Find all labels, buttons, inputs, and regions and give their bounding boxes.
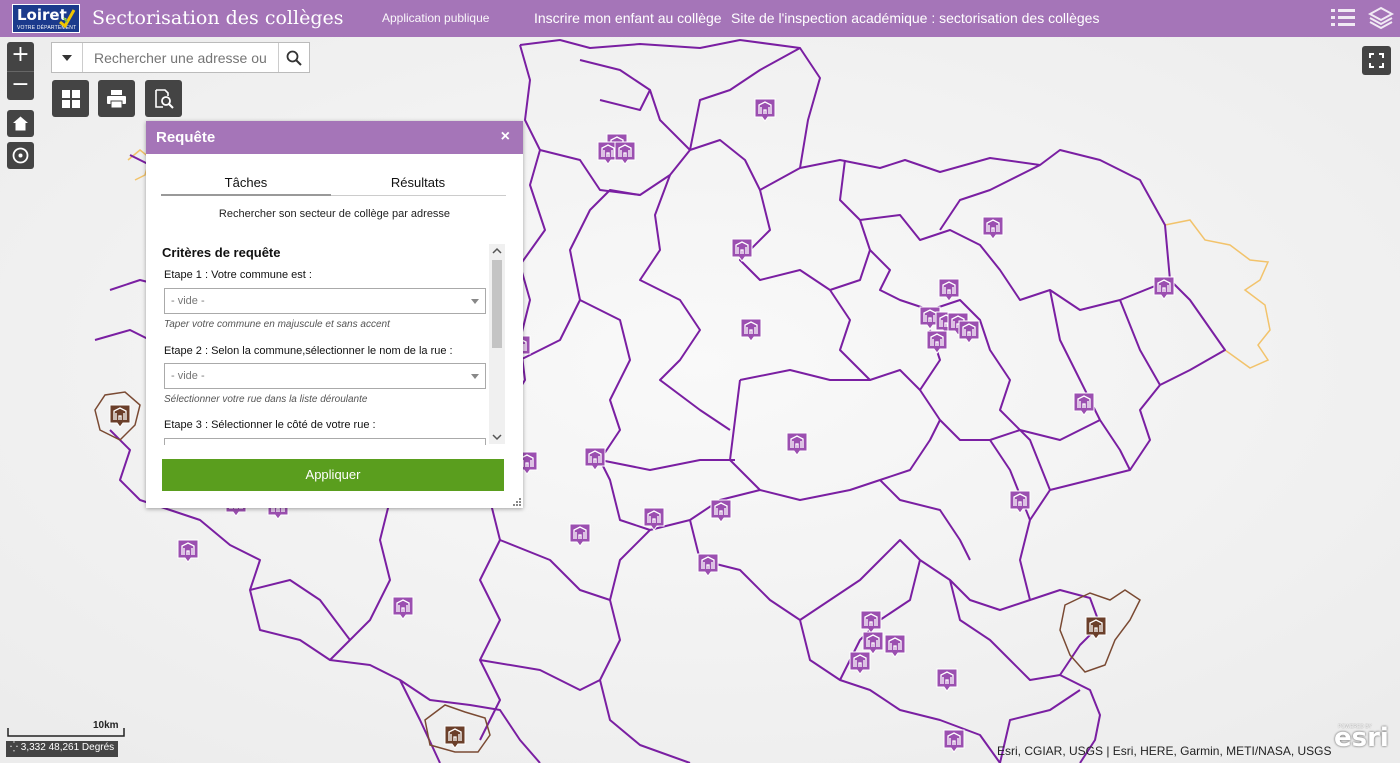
step1-commune-select[interactable]: - vide -: [164, 288, 486, 314]
panel-scrollbar[interactable]: [489, 244, 505, 444]
zoom-controls: + −: [7, 42, 34, 100]
zoom-out-button[interactable]: −: [7, 71, 34, 99]
search-source-dropdown[interactable]: [52, 43, 83, 72]
criteria-title: Critères de requête: [162, 245, 281, 260]
app-title: Sectorisation des collèges: [92, 7, 344, 29]
link-inspection-site[interactable]: Site de l'inspection académique : sector…: [731, 10, 1099, 26]
basemap-gallery-button[interactable]: [52, 80, 89, 117]
query-button[interactable]: [145, 80, 182, 117]
app-header: Loiret VOTRE DÉPARTEMENT Sectorisation d…: [0, 0, 1400, 37]
menu-list-icon[interactable]: [1330, 7, 1356, 29]
link-public-app[interactable]: Application publique: [382, 11, 489, 25]
step2-select-value: - vide -: [171, 370, 205, 382]
search-icon: [286, 50, 302, 66]
search-input[interactable]: [83, 43, 278, 72]
home-icon: [13, 116, 28, 131]
apply-button[interactable]: Appliquer: [162, 459, 504, 491]
close-icon[interactable]: ×: [501, 128, 510, 146]
step2-label: Etape 2 : Selon la commune,sélectionner …: [164, 345, 453, 357]
search-button[interactable]: [278, 43, 309, 72]
locate-icon: [12, 147, 29, 164]
panel-tabs: Tâches Résultats: [161, 175, 506, 196]
chevron-down-icon: [471, 299, 479, 304]
panel-title: Requête: [156, 129, 216, 146]
app: Loiret VOTRE DÉPARTEMENT Sectorisation d…: [0, 0, 1400, 763]
home-button[interactable]: [7, 110, 34, 137]
address-search: [51, 42, 310, 73]
esri-logo[interactable]: esri: [1334, 723, 1389, 753]
fullscreen-icon: [1369, 53, 1384, 68]
coordinates-value: 3,332 48,261 Degrés: [20, 742, 115, 753]
resize-handle-icon[interactable]: [513, 498, 521, 506]
step2-hint: Sélectionner votre rue dans la liste dér…: [164, 394, 368, 405]
tab-taches[interactable]: Tâches: [161, 175, 331, 196]
logo-leaf-icon: [59, 9, 76, 28]
caret-down-icon: [62, 54, 72, 61]
step1-select-value: - vide -: [171, 295, 205, 307]
panel-header: Requête: [146, 121, 523, 154]
step1-hint: Taper votre commune en majuscule et sans…: [164, 319, 390, 330]
print-icon: [107, 89, 126, 108]
zoom-in-button[interactable]: +: [7, 42, 34, 70]
loiret-logo[interactable]: Loiret VOTRE DÉPARTEMENT: [12, 4, 80, 33]
criteria-scroll-area: Critères de requête Etape 1 : Votre comm…: [161, 242, 506, 445]
scale-label: 10km: [93, 720, 119, 731]
chevron-down-icon: [471, 374, 479, 379]
scrollbar-thumb[interactable]: [492, 260, 502, 348]
step1-label: Etape 1 : Votre commune est :: [164, 269, 312, 281]
link-enroll-child[interactable]: Inscrire mon enfant au collège: [534, 10, 722, 26]
fullscreen-button[interactable]: [1362, 46, 1391, 75]
coordinates-icon: ⁛: [10, 742, 21, 753]
locate-button[interactable]: [7, 142, 34, 169]
step2-street-select[interactable]: - vide -: [164, 363, 486, 389]
map-attribution[interactable]: Esri, CGIAR, USGS | Esri, HERE, Garmin, …: [997, 744, 1332, 758]
print-button[interactable]: [98, 80, 135, 117]
tab-resultats[interactable]: Résultats: [333, 175, 503, 196]
layers-icon[interactable]: [1368, 5, 1394, 31]
coordinates-readout[interactable]: ⁛ 3,332 48,261 Degrés: [6, 741, 119, 757]
step3-side-select[interactable]: [164, 438, 486, 445]
scroll-down-icon[interactable]: [489, 432, 505, 442]
scroll-up-icon[interactable]: [489, 246, 505, 256]
step3-label: Etape 3 : Sélectionner le côté de votre …: [164, 419, 376, 431]
basemap-gallery-icon: [61, 89, 80, 108]
query-panel: Requête × Tâches Résultats Rechercher so…: [146, 121, 523, 508]
query-description: Rechercher son secteur de collège par ad…: [218, 208, 451, 220]
query-icon: [155, 89, 174, 109]
